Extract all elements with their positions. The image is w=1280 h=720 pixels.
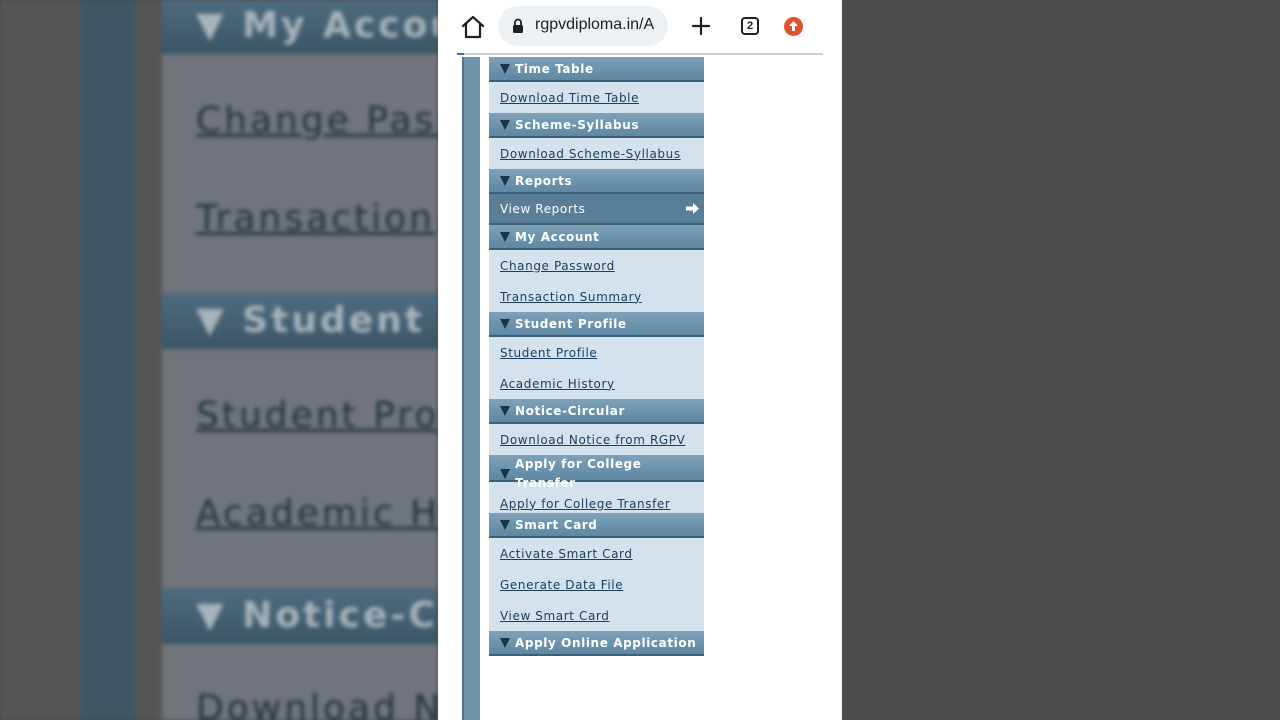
triangle-down-icon	[500, 119, 510, 130]
menu-link-label: View Reports	[500, 201, 586, 216]
arrow-right-icon	[686, 203, 699, 214]
new-tab-icon[interactable]	[691, 16, 711, 36]
section-header-my-account[interactable]: My Account	[489, 225, 704, 250]
phone-screen: rgpvdiploma.in/A 2 Time Table Download T…	[438, 0, 842, 720]
section-header-notice-circular[interactable]: Notice-Circular	[489, 399, 704, 424]
arrow-up-icon	[789, 21, 798, 31]
triangle-down-icon	[500, 637, 510, 648]
section-header-time-table[interactable]: Time Table	[489, 57, 704, 82]
menu-link-view-smart-card[interactable]: View Smart Card	[489, 600, 704, 631]
left-sidebar-strip	[462, 57, 480, 720]
background-link: Student Prof	[196, 395, 438, 436]
menu-link-change-password[interactable]: Change Password	[489, 250, 704, 281]
menu-link-activate-smart-card[interactable]: Activate Smart Card	[489, 538, 704, 569]
menu-link-student-profile[interactable]: Student Profile	[489, 337, 704, 368]
menu-link-view-reports[interactable]: View Reports	[489, 194, 704, 225]
menu-link-academic-history[interactable]: Academic History	[489, 368, 704, 399]
section-header-label: Reports	[515, 173, 573, 188]
side-menu: Time Table Download Time Table Scheme-Sy…	[489, 57, 704, 656]
section-header-smart-card[interactable]: Smart Card	[489, 513, 704, 538]
background-link: Download N	[196, 688, 438, 720]
section-header-label: Notice-Circular	[515, 403, 625, 418]
section-header-label: Smart Card	[515, 517, 598, 532]
menu-link-generate-data-file[interactable]: Generate Data File	[489, 569, 704, 600]
address-bar[interactable]: rgpvdiploma.in/A	[498, 6, 668, 46]
background-link: Change Pass	[196, 100, 438, 141]
section-header-label: Scheme-Syllabus	[515, 117, 640, 132]
tab-count: 2	[746, 20, 754, 32]
section-header-college-transfer[interactable]: Apply for College Transfer	[489, 455, 704, 490]
update-icon[interactable]	[784, 17, 803, 36]
background-link: Academic Hi	[196, 493, 438, 534]
section-header-label: Time Table	[515, 61, 594, 76]
triangle-down-icon	[500, 318, 510, 329]
section-header-label: Student Profile	[515, 316, 627, 331]
menu-link-download-time-table[interactable]: Download Time Table	[489, 82, 704, 113]
page-load-progress	[457, 53, 823, 55]
menu-link-transaction-summary[interactable]: Transaction Summary	[489, 281, 704, 312]
background-header: ▼ Notice-Ci	[162, 588, 438, 644]
background-header: ▼ Student P	[162, 293, 438, 349]
triangle-down-icon	[500, 231, 510, 242]
background-strip	[80, 0, 136, 720]
section-header-label: Apply for College Transfer	[515, 457, 642, 490]
section-header-reports[interactable]: Reports	[489, 169, 704, 194]
background-header: ▼ My Accou	[162, 0, 438, 54]
progress-fill	[457, 53, 465, 55]
url-text: rgpvdiploma.in/A	[535, 16, 655, 33]
section-header-label: My Account	[515, 229, 600, 244]
lock-icon	[513, 18, 523, 33]
section-header-scheme-syllabus[interactable]: Scheme-Syllabus	[489, 113, 704, 138]
triangle-down-icon	[500, 63, 510, 74]
menu-link-download-scheme-syllabus[interactable]: Download Scheme-Syllabus	[489, 138, 704, 169]
triangle-down-icon	[500, 175, 510, 186]
menu-link-download-notice[interactable]: Download Notice from RGPV	[489, 424, 704, 455]
browser-toolbar: rgpvdiploma.in/A 2	[438, 0, 842, 55]
triangle-down-icon	[500, 469, 510, 479]
triangle-down-icon	[500, 519, 510, 530]
home-icon[interactable]	[460, 14, 486, 40]
section-header-student-profile[interactable]: Student Profile	[489, 312, 704, 337]
background-right-pane	[842, 0, 1280, 720]
section-header-label: Apply Online Application	[515, 635, 697, 650]
triangle-down-icon	[500, 405, 510, 416]
section-header-online-application[interactable]: Apply Online Application	[489, 631, 704, 656]
tab-switcher-button[interactable]: 2	[741, 17, 759, 35]
background-link: Transaction	[196, 198, 435, 239]
